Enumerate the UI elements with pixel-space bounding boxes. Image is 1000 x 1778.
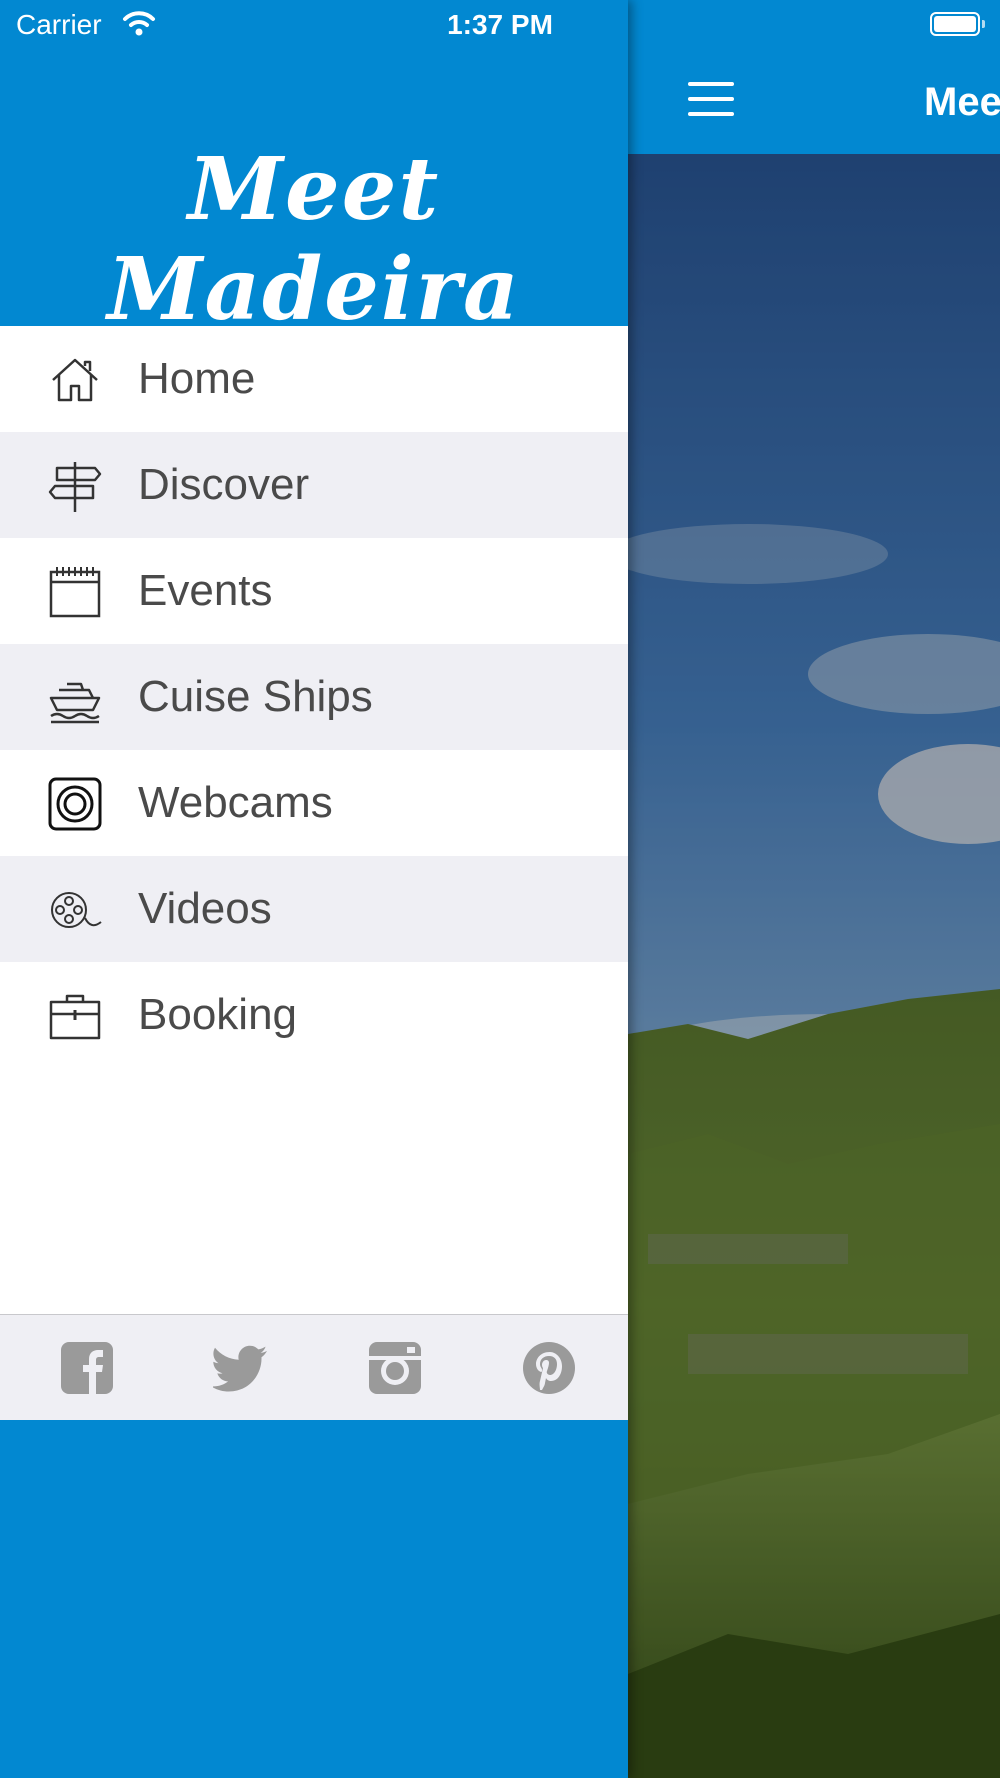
webcam-icon [48, 777, 102, 831]
menu-item-videos[interactable]: Videos [0, 856, 628, 962]
wifi-icon [123, 11, 155, 36]
menu-item-webcams[interactable]: Webcams [0, 750, 628, 856]
film-reel-icon [51, 892, 102, 928]
pinterest-icon[interactable] [521, 1340, 577, 1396]
calendar-icon [49, 567, 101, 618]
side-drawer: Carrier Meet Madeira Home Discover Event… [0, 0, 628, 1778]
menu-label: Home [138, 354, 256, 403]
twitter-icon[interactable] [213, 1340, 269, 1396]
briefcase-icon [49, 994, 101, 1040]
menu-item-home[interactable]: Home [0, 326, 628, 432]
drawer-empty-area [0, 1068, 628, 1314]
social-bar [0, 1314, 628, 1420]
menu-item-booking[interactable]: Booking [0, 962, 628, 1068]
home-icon [52, 358, 98, 402]
main-title: Mee [924, 80, 1000, 124]
signpost-icon [48, 462, 102, 512]
menu-item-cruise-ships[interactable]: Cuise Ships [0, 644, 628, 750]
hamburger-icon[interactable] [688, 82, 734, 116]
carrier-label: Carrier [16, 9, 102, 40]
cruise-ship-icon [49, 682, 101, 724]
instagram-icon[interactable] [367, 1340, 423, 1396]
main-content: Mee [628, 0, 1000, 1778]
app-logo: Meet Madeira [107, 139, 521, 340]
menu-item-events[interactable]: Events [0, 538, 628, 644]
menu-label: Cuise Ships [138, 672, 373, 721]
drawer-overlay[interactable] [628, 154, 1000, 1778]
battery-icon [930, 12, 980, 36]
menu-label: Events [138, 566, 273, 615]
facebook-icon[interactable] [59, 1340, 115, 1396]
menu-label: Booking [138, 990, 298, 1039]
main-header: Mee [628, 0, 1000, 154]
menu-label: Webcams [138, 778, 333, 827]
drawer-menu: Home Discover Events Cuise Ships Webcams… [0, 326, 628, 1068]
menu-label: Videos [138, 884, 272, 933]
menu-item-discover[interactable]: Discover [0, 432, 628, 538]
menu-label: Discover [138, 460, 310, 509]
